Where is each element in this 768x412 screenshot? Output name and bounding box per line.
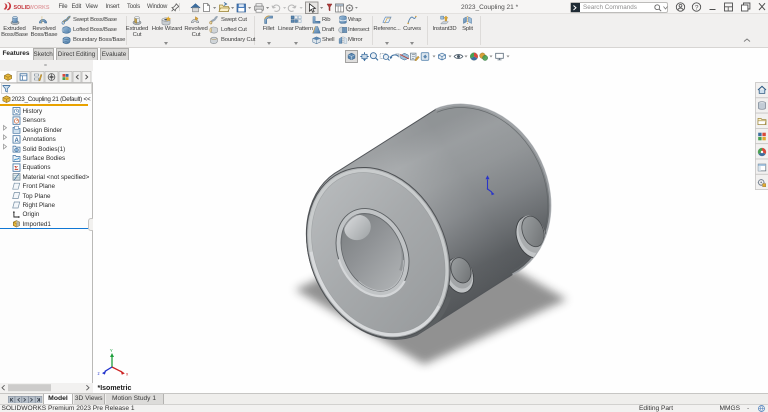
svg-text:z: z <box>98 371 101 376</box>
svg-text:x: x <box>126 371 129 376</box>
svg-text:?: ? <box>695 4 699 11</box>
svg-text:Σ: Σ <box>14 165 18 172</box>
svg-text:SOLID: SOLID <box>14 5 31 11</box>
svg-text:Y: Y <box>110 348 113 353</box>
svg-text:A: A <box>15 138 20 144</box>
svg-text:WORKS: WORKS <box>29 5 50 11</box>
